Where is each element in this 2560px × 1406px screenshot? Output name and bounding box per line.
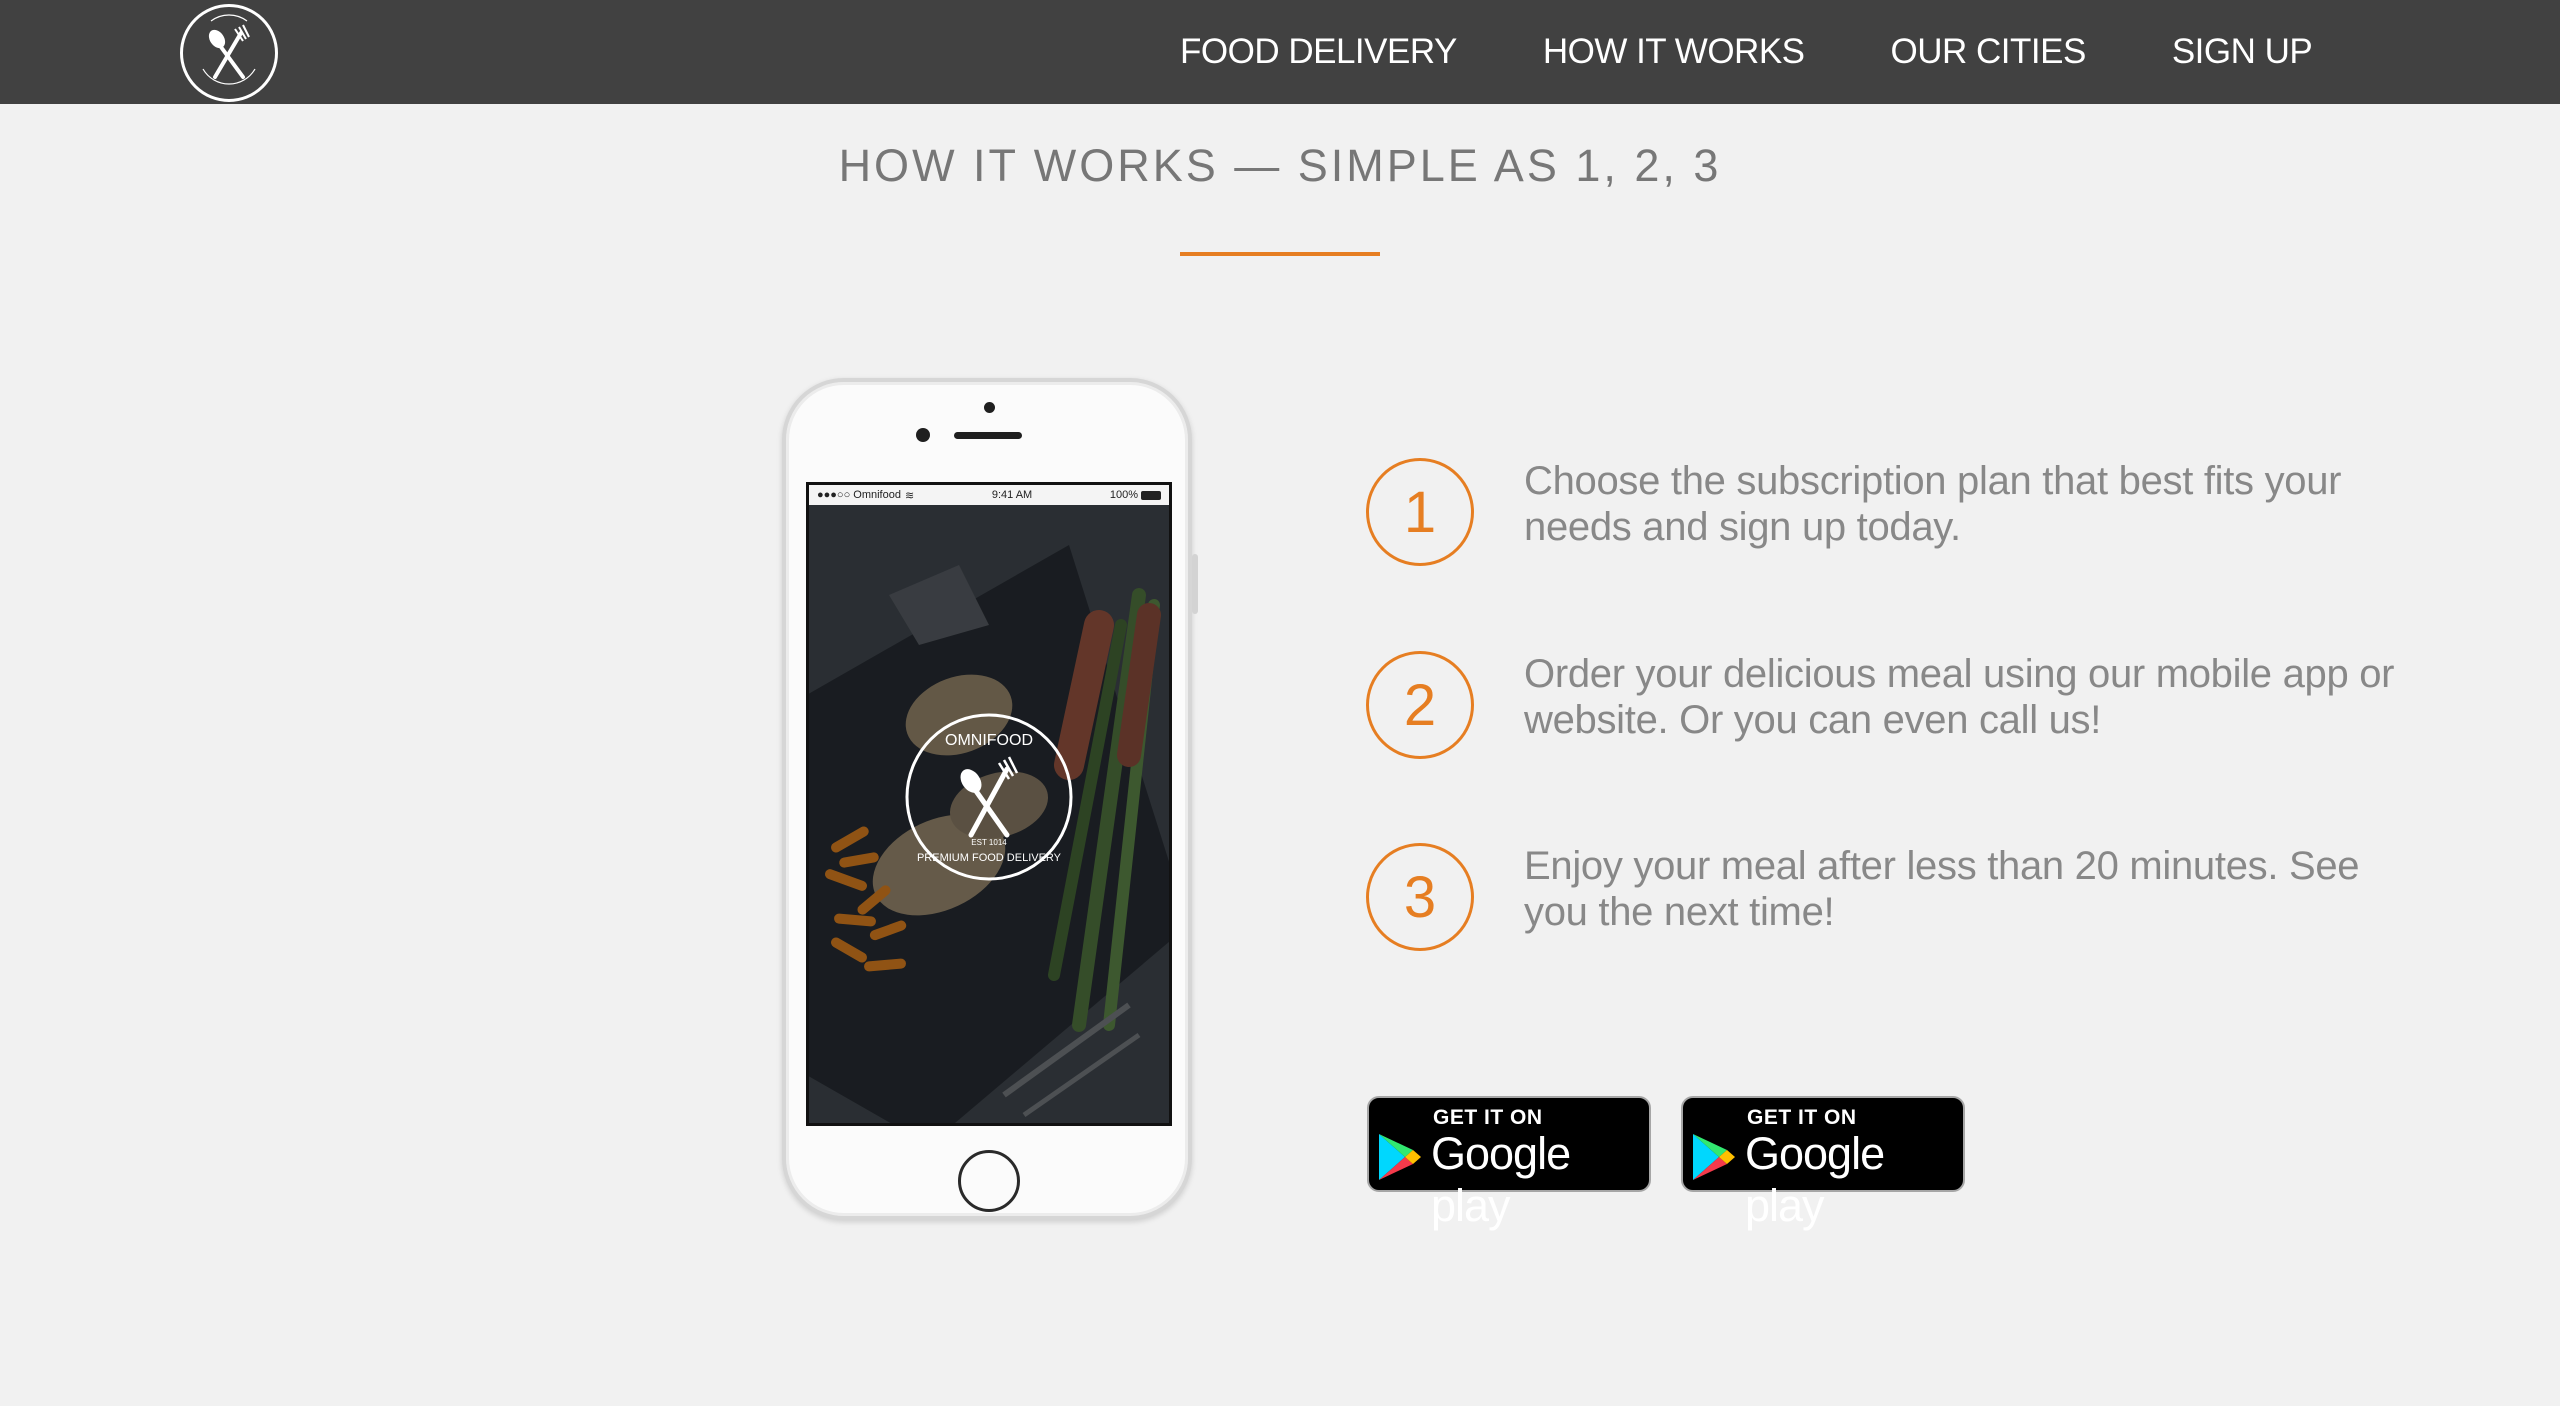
- phone-camera: [916, 428, 930, 442]
- section-title: HOW IT WORKS — SIMPLE AS 1, 2, 3: [838, 140, 1722, 191]
- status-time: 9:41 AM: [991, 489, 1033, 501]
- badge-store-name: Google play: [1745, 1128, 1885, 1231]
- phone-status-bar: ●●●○○ Omnifood ≋ 9:41 AM 100%: [809, 485, 1169, 505]
- google-play-icon: [1379, 1134, 1421, 1180]
- phone-earpiece: [954, 432, 1022, 439]
- phone-side-button: [1192, 554, 1198, 614]
- nav-link-how-it-works[interactable]: HOW IT WORKS: [1543, 32, 1805, 72]
- step-number: 3: [1366, 843, 1474, 951]
- phone-screen: ●●●○○ Omnifood ≋ 9:41 AM 100% OMNIFOOD E…: [806, 482, 1172, 1126]
- main-nav: FOOD DELIVERY HOW IT WORKS OUR CITIES SI…: [1180, 0, 2313, 104]
- status-carrier-label: ●●●○○ Omnifood: [817, 489, 901, 501]
- badge-caption: GET IT ON: [1747, 1106, 1857, 1129]
- step-number: 1: [1366, 458, 1474, 566]
- step-description: Order your delicious meal using our mobi…: [1524, 652, 2395, 742]
- app-logo-title: OMNIFOOD: [945, 732, 1033, 749]
- app-logo-tagline: PREMIUM FOOD DELIVERY: [917, 852, 1062, 864]
- phone-mockup: ●●●○○ Omnifood ≋ 9:41 AM 100% OMNIFOOD E…: [782, 378, 1198, 1220]
- google-play-icon: [1693, 1134, 1735, 1180]
- fork-spoon-icon: [202, 14, 256, 85]
- badge-store-name: Google play: [1431, 1128, 1571, 1231]
- title-divider: [1180, 252, 1380, 256]
- badge-caption: GET IT ON: [1433, 1106, 1543, 1129]
- step-description: Enjoy your meal after less than 20 minut…: [1524, 844, 2360, 934]
- omnifood-logo[interactable]: [180, 4, 278, 102]
- status-carrier: ●●●○○ Omnifood ≋: [817, 489, 914, 502]
- wifi-icon: ≋: [904, 489, 915, 502]
- nav-link-sign-up[interactable]: SIGN UP: [2172, 32, 2313, 72]
- battery-icon: [1141, 490, 1161, 500]
- status-battery-label: 100%: [1109, 489, 1138, 501]
- step-number: 2: [1366, 651, 1474, 759]
- phone-sensor: [984, 402, 995, 413]
- nav-link-our-cities[interactable]: OUR CITIES: [1891, 32, 2087, 72]
- app-logo-est: EST 1014: [971, 838, 1007, 847]
- top-navbar: FOOD DELIVERY HOW IT WORKS OUR CITIES SI…: [0, 0, 2560, 104]
- google-play-badge-2[interactable]: GET IT ON Google play: [1681, 1096, 1965, 1231]
- step-description: Choose the subscription plan that best f…: [1524, 459, 2342, 549]
- google-play-badge[interactable]: GET IT ON Google play: [1367, 1096, 1651, 1231]
- nav-link-food-delivery[interactable]: FOOD DELIVERY: [1180, 32, 1457, 72]
- phone-home-button: [958, 1150, 1020, 1212]
- app-splash-logo-icon: OMNIFOOD EST 1014 PREMIUM FOOD DELIVERY: [905, 713, 1073, 881]
- status-battery: 100%: [1110, 489, 1161, 501]
